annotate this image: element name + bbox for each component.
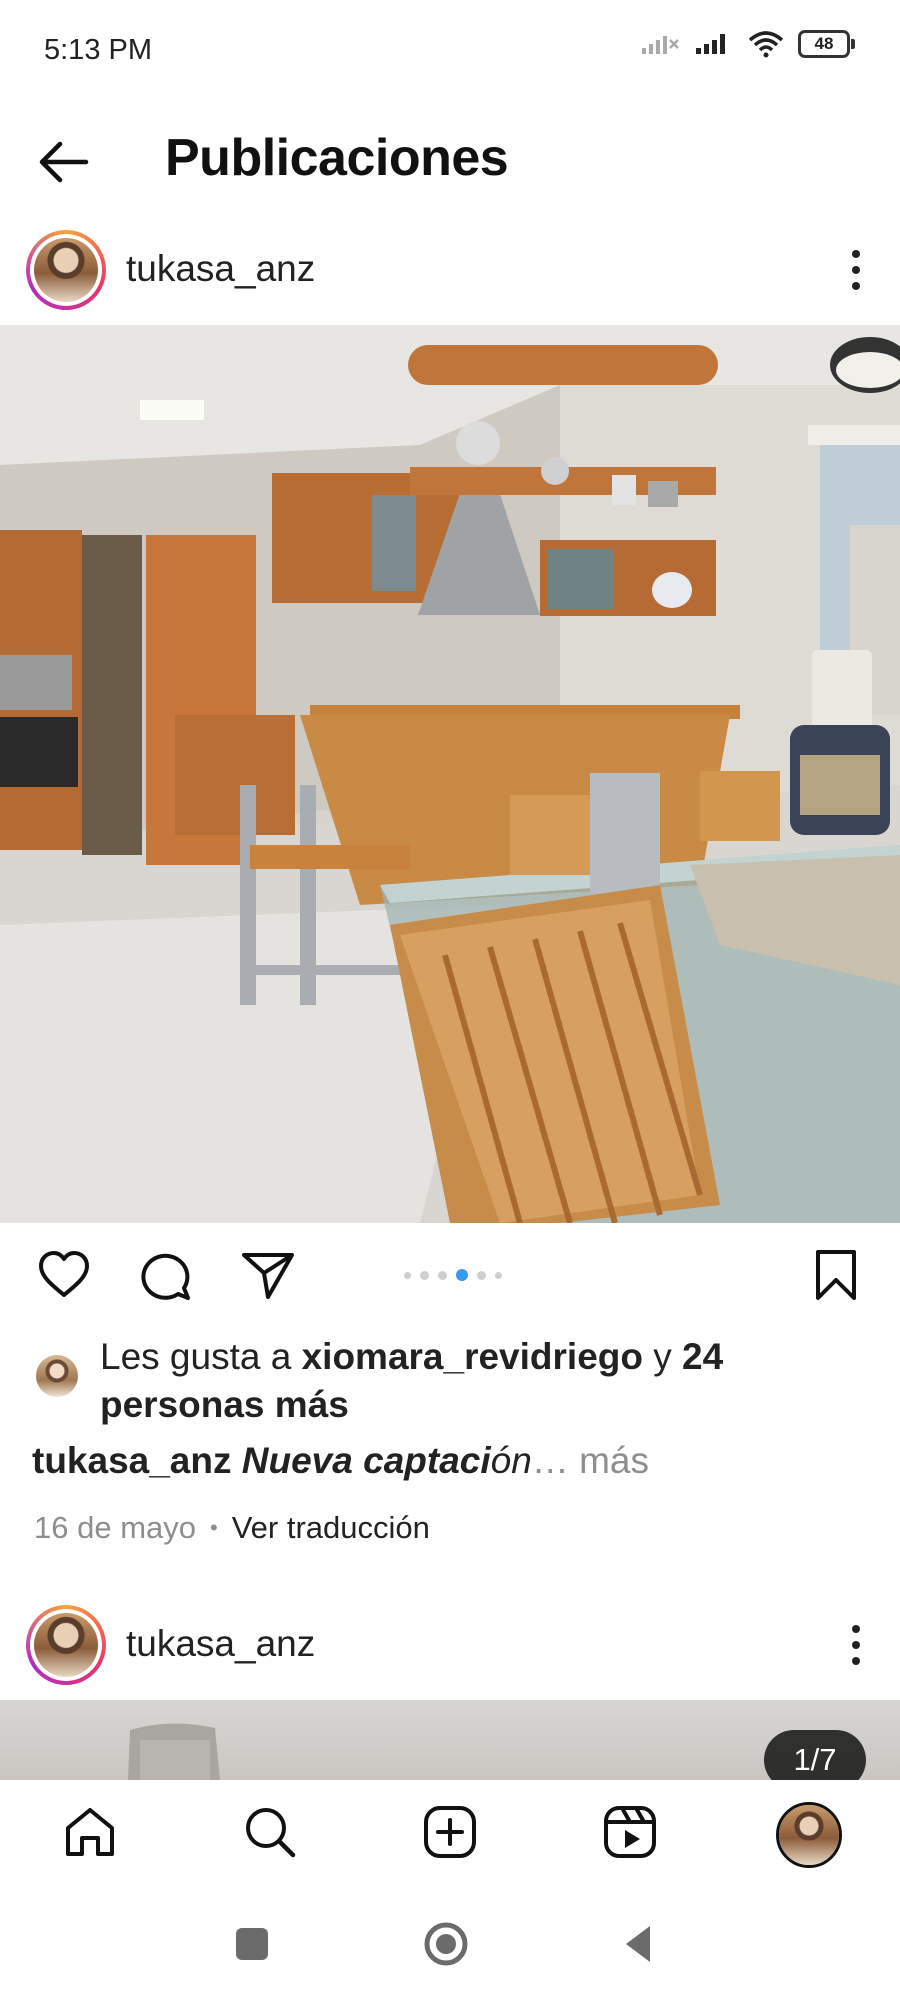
arrow-left-icon[interactable] (34, 132, 94, 192)
battery-indicator: 48 (798, 30, 855, 58)
system-nav-bar (0, 1890, 900, 2000)
avatar[interactable] (26, 230, 106, 310)
home-button-icon[interactable] (422, 1920, 470, 1968)
post-image[interactable]: 1/7 (0, 1700, 900, 1780)
signal-icon (696, 34, 725, 54)
avatar[interactable] (26, 1605, 106, 1685)
post-username[interactable]: tukasa_anz (126, 1623, 315, 1665)
likes-count[interactable]: 24 (682, 1336, 723, 1377)
see-translation-link[interactable]: Ver traducción (232, 1510, 430, 1546)
wifi-icon (748, 31, 784, 58)
page-title: Publicaciones (165, 129, 509, 187)
caption-more-link[interactable]: … más (532, 1440, 649, 1481)
post-header: tukasa_anz (0, 220, 900, 320)
bottom-nav (0, 1780, 900, 1890)
carousel-indicator (404, 1269, 502, 1281)
post-username[interactable]: tukasa_anz (126, 248, 315, 290)
heart-icon[interactable] (36, 1247, 92, 1303)
status-bar: 5:13 PM 48 (0, 0, 900, 100)
post-date: 16 de mayo (34, 1510, 196, 1545)
carousel-dot (438, 1270, 447, 1280)
vertical-dots-icon[interactable] (846, 246, 866, 294)
paper-plane-icon[interactable] (240, 1247, 296, 1303)
carousel-dot-active (456, 1269, 468, 1281)
liker-avatar (36, 1355, 78, 1397)
meta-separator: • (210, 1515, 218, 1540)
comment-icon[interactable] (138, 1247, 194, 1303)
bookmark-icon[interactable] (808, 1247, 864, 1303)
likes-mid: y (642, 1336, 683, 1377)
status-time: 5:13 PM (44, 34, 152, 66)
carousel-counter: 1/7 (764, 1730, 866, 1780)
carousel-dot (495, 1271, 502, 1279)
post-actions (0, 1235, 900, 1315)
search-icon[interactable] (240, 1802, 300, 1862)
home-icon[interactable] (60, 1802, 120, 1862)
vertical-dots-icon[interactable] (846, 1621, 866, 1669)
caption-text-end: ón (490, 1440, 532, 1481)
caption-username[interactable]: tukasa_anz (32, 1440, 232, 1481)
signal-off-icon (642, 36, 679, 54)
carousel-dot (420, 1270, 429, 1280)
carousel-dot (404, 1271, 411, 1279)
caption-text: Nueva captaci (241, 1440, 491, 1481)
likes-user[interactable]: xiomara_revidriego (302, 1336, 643, 1377)
status-icons: 48 (640, 30, 855, 58)
likes-text: Les gusta a xiomara_revidriego y 24 perso… (100, 1333, 860, 1429)
post-caption[interactable]: tukasa_anz Nueva captación… más (32, 1440, 649, 1482)
profile-avatar-tab[interactable] (776, 1802, 842, 1868)
header: Publicaciones (0, 100, 900, 220)
post-meta: 16 de mayo • Ver traducción (34, 1510, 430, 1546)
reels-icon[interactable] (600, 1802, 660, 1862)
likes-suffix[interactable]: personas más (100, 1384, 349, 1425)
post-image[interactable] (0, 325, 900, 1223)
likes-prefix: Les gusta a (100, 1336, 302, 1377)
carousel-dot (477, 1270, 486, 1280)
recent-apps-icon[interactable] (228, 1920, 276, 1968)
plus-square-icon[interactable] (420, 1802, 480, 1862)
back-triangle-icon[interactable] (616, 1920, 664, 1968)
post-header: tukasa_anz (0, 1595, 900, 1695)
